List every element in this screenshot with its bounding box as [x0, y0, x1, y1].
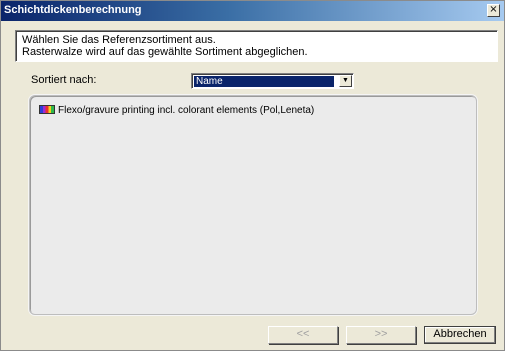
sort-label: Sortiert nach:: [31, 74, 97, 86]
instruction-box: Wählen Sie das Referenzsortiment aus. Ra…: [15, 30, 498, 62]
sort-dropdown[interactable]: Name ▼: [191, 73, 354, 89]
assortment-list[interactable]: Flexo/gravure printing incl. colorant el…: [29, 95, 477, 315]
color-swatch-icon: [39, 104, 55, 114]
cancel-button[interactable]: Abbrechen: [424, 326, 496, 344]
close-button[interactable]: ×: [487, 4, 500, 17]
window-title: Schichtdickenberechnung: [4, 4, 142, 16]
title-bar[interactable]: Schichtdickenberechnung ×: [1, 1, 504, 21]
close-icon: ×: [489, 4, 498, 15]
next-button[interactable]: >>: [346, 326, 416, 344]
instruction-line-2: Rasterwalze wird auf das gewählte Sortim…: [22, 46, 308, 58]
instruction-line-1: Wählen Sie das Referenzsortiment aus.: [22, 34, 216, 46]
chevron-down-icon[interactable]: ▼: [339, 75, 352, 87]
sort-selected-value: Name: [194, 76, 334, 87]
list-item-label: Flexo/gravure printing incl. colorant el…: [58, 105, 315, 116]
previous-button[interactable]: <<: [268, 326, 338, 344]
dialog-window: Schichtdickenberechnung × Wählen Sie das…: [0, 0, 505, 351]
list-item[interactable]: Flexo/gravure printing incl. colorant el…: [39, 104, 315, 117]
